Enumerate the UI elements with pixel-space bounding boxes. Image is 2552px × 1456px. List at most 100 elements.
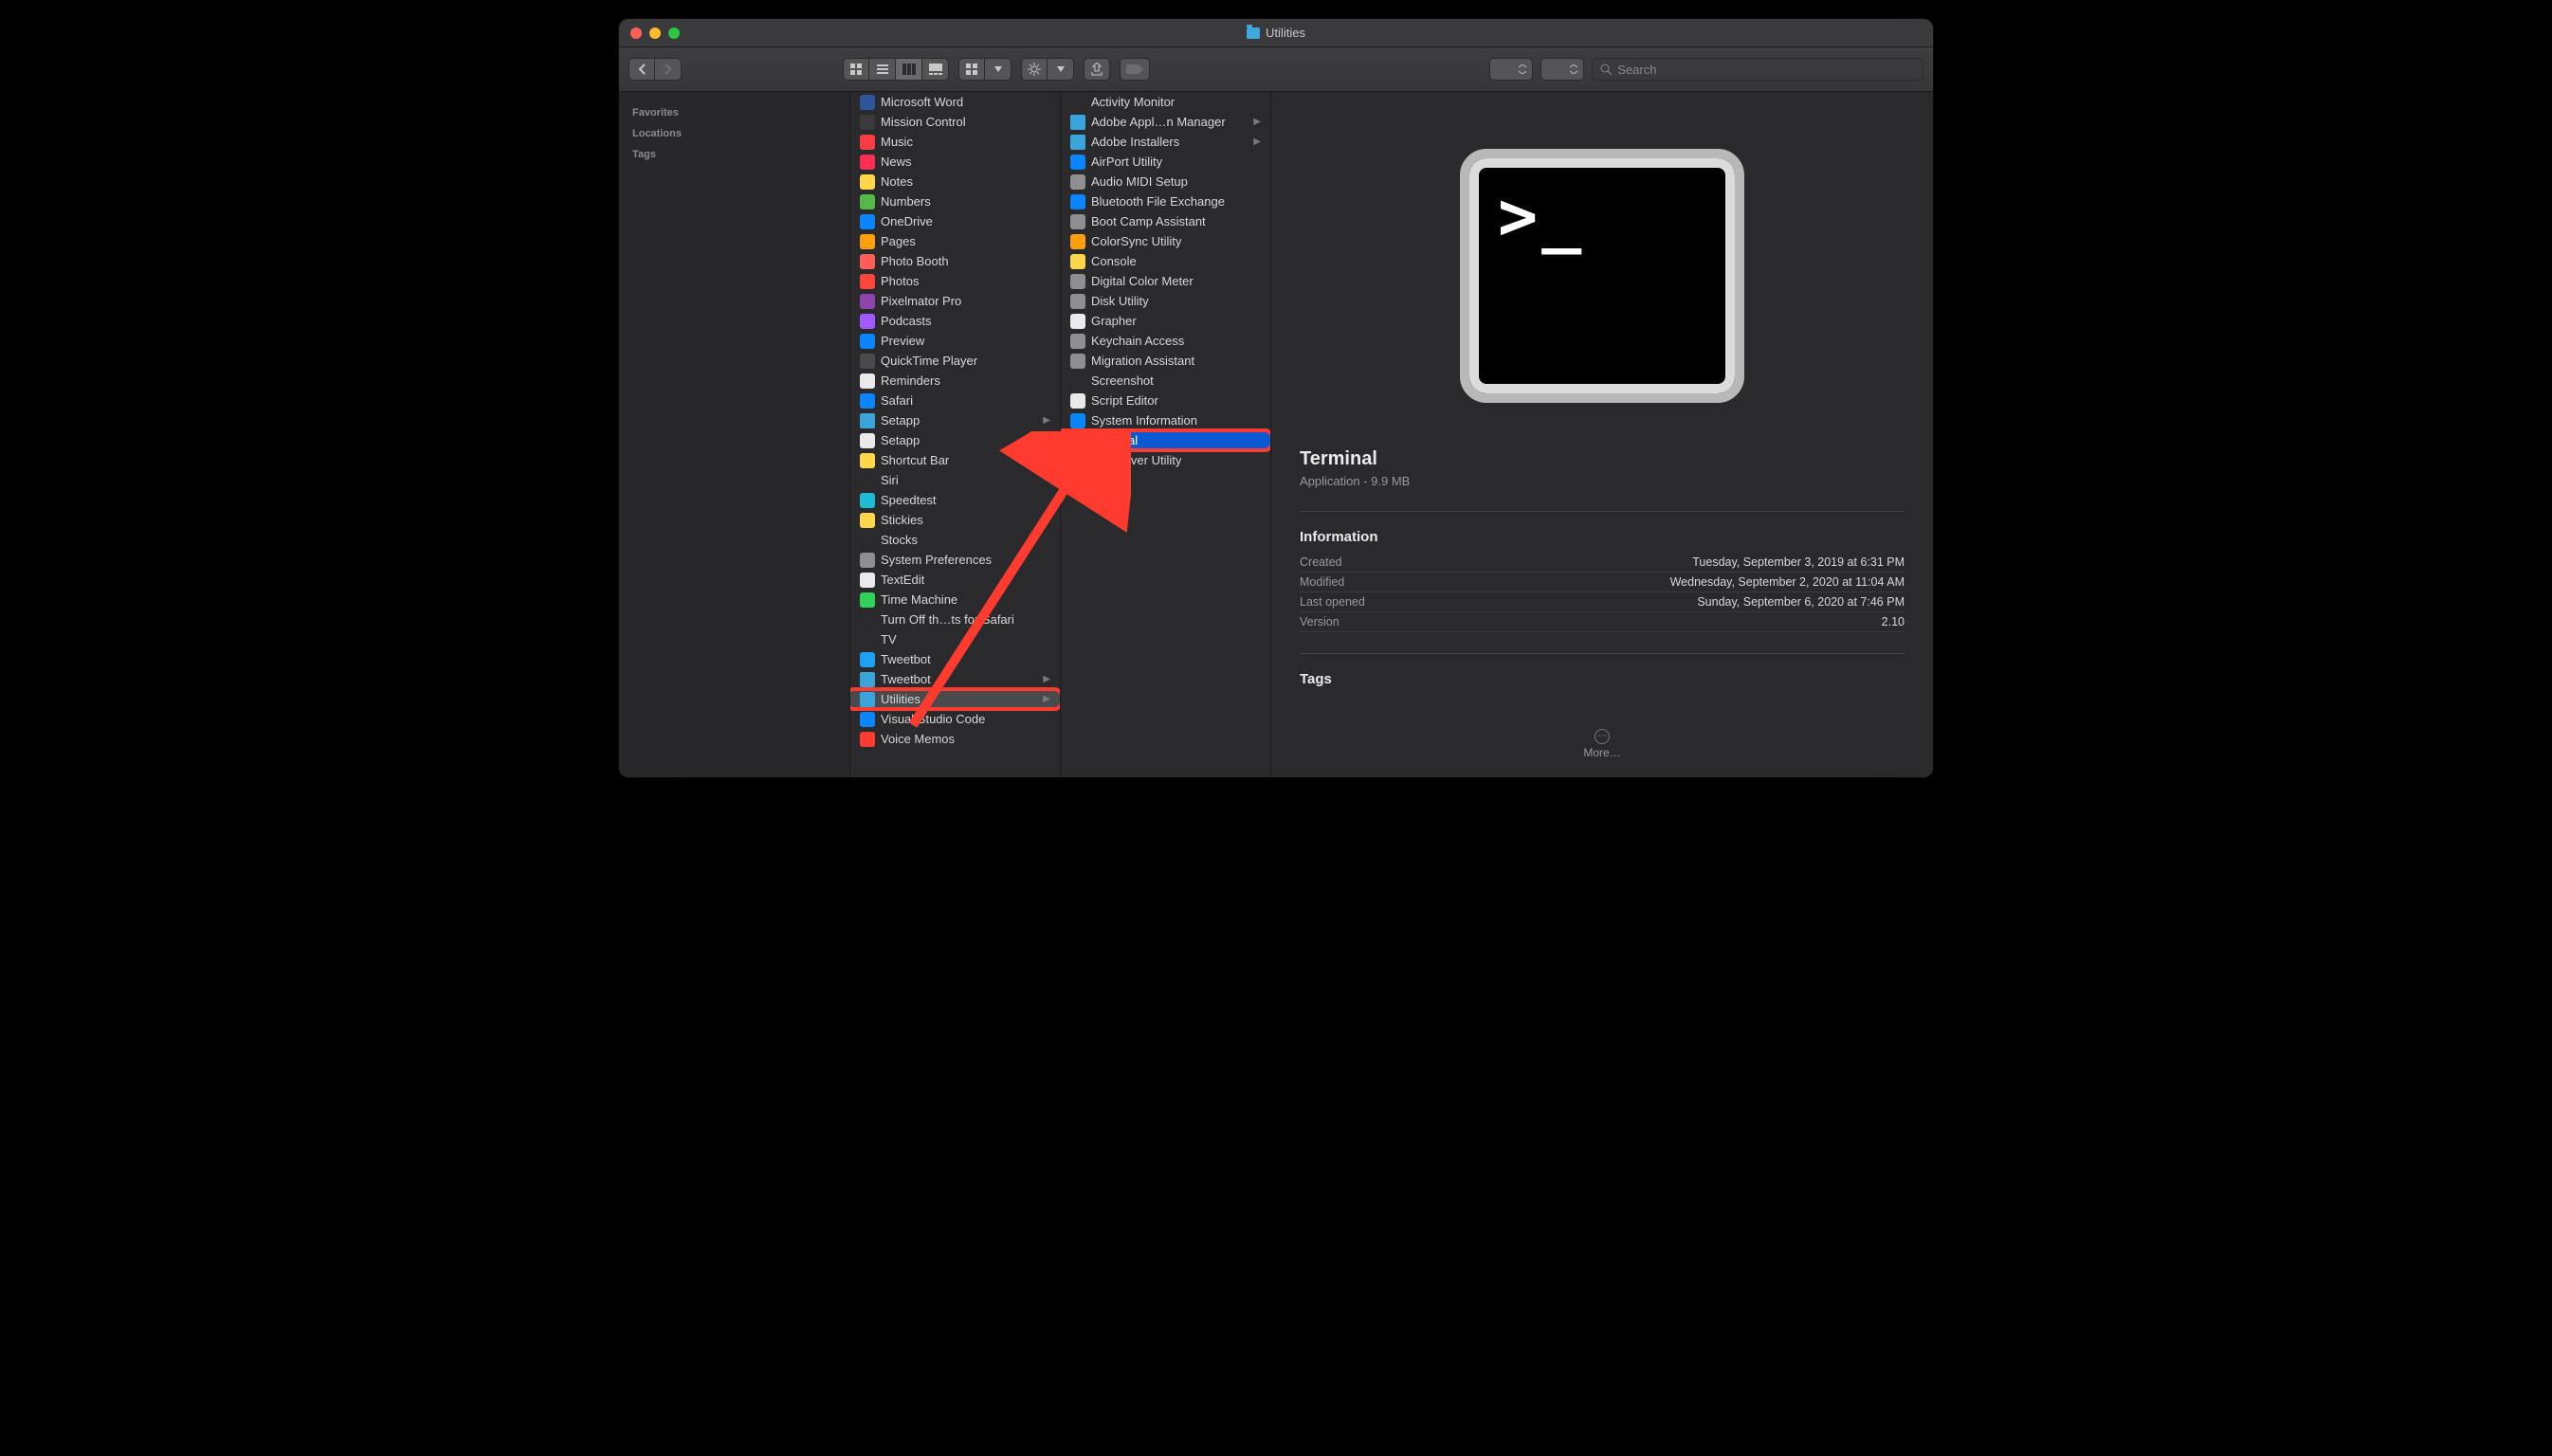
list-item[interactable]: Stickies: [850, 510, 1060, 530]
list-item[interactable]: TV: [850, 629, 1060, 649]
list-item[interactable]: Boot Camp Assistant: [1061, 211, 1270, 231]
tags-heading: Tags: [1300, 671, 1905, 687]
list-item[interactable]: Grapher: [1061, 311, 1270, 331]
list-item[interactable]: Disk Utility: [1061, 291, 1270, 311]
list-item[interactable]: System Information: [1061, 410, 1270, 430]
view-columns-button[interactable]: [896, 58, 922, 81]
list-item[interactable]: QuickTime Player: [850, 351, 1060, 371]
list-item[interactable]: Music: [850, 132, 1060, 152]
list-item[interactable]: Audio MIDI Setup: [1061, 172, 1270, 191]
search-field[interactable]: [1592, 58, 1923, 81]
view-icons-button[interactable]: [843, 58, 869, 81]
list-item[interactable]: Time Machine: [850, 590, 1060, 610]
list-item[interactable]: Preview: [850, 331, 1060, 351]
info-table: CreatedTuesday, September 3, 2019 at 6:3…: [1300, 553, 1905, 632]
item-label: Numbers: [881, 194, 931, 209]
list-item[interactable]: Activity Monitor: [1061, 92, 1270, 112]
list-item[interactable]: Notes: [850, 172, 1060, 191]
more-button[interactable]: ⋯ More…: [1300, 729, 1905, 759]
app-icon: [1070, 433, 1085, 448]
list-item[interactable]: Turn Off th…ts for Safari: [850, 610, 1060, 629]
list-item[interactable]: Keychain Access: [1061, 331, 1270, 351]
arrange-button[interactable]: [958, 58, 985, 81]
list-item[interactable]: Safari: [850, 391, 1060, 410]
list-item[interactable]: VoiceOver Utility: [1061, 450, 1270, 470]
dropdown-2[interactable]: [1540, 58, 1584, 81]
share-button[interactable]: [1084, 58, 1110, 81]
item-label: Turn Off th…ts for Safari: [881, 612, 1014, 627]
app-icon: [1070, 373, 1085, 389]
search-input[interactable]: [1617, 63, 1915, 77]
fullscreen-button[interactable]: [668, 27, 680, 39]
list-item[interactable]: System Preferences: [850, 550, 1060, 570]
list-item[interactable]: Reminders: [850, 371, 1060, 391]
list-item[interactable]: ColorSync Utility: [1061, 231, 1270, 251]
list-item[interactable]: AirPort Utility: [1061, 152, 1270, 172]
list-item[interactable]: Pages: [850, 231, 1060, 251]
list-item[interactable]: Script Editor: [1061, 391, 1270, 410]
list-item[interactable]: Tweetbot▶: [850, 669, 1060, 689]
view-gallery-button[interactable]: [922, 58, 949, 81]
list-item[interactable]: Adobe Installers▶: [1061, 132, 1270, 152]
list-item[interactable]: Photos: [850, 271, 1060, 291]
list-item[interactable]: Tweetbot: [850, 649, 1060, 669]
list-item[interactable]: News: [850, 152, 1060, 172]
item-label: Digital Color Meter: [1091, 274, 1194, 288]
list-item[interactable]: Microsoft Word: [850, 92, 1060, 112]
list-item[interactable]: Digital Color Meter: [1061, 271, 1270, 291]
list-item[interactable]: Utilities▶: [850, 689, 1060, 709]
list-item[interactable]: Podcasts: [850, 311, 1060, 331]
list-item[interactable]: Voice Memos: [850, 729, 1060, 749]
list-item[interactable]: Bluetooth File Exchange: [1061, 191, 1270, 211]
list-item[interactable]: Photo Booth: [850, 251, 1060, 271]
app-icon: [860, 473, 875, 488]
app-icon: [1070, 214, 1085, 229]
list-item[interactable]: Adobe Appl…n Manager▶: [1061, 112, 1270, 132]
list-item[interactable]: Pixelmator Pro: [850, 291, 1060, 311]
preview-title: Terminal: [1300, 448, 1905, 470]
item-label: Disk Utility: [1091, 294, 1149, 308]
list-item[interactable]: Stocks: [850, 530, 1060, 550]
list-item[interactable]: Numbers: [850, 191, 1060, 211]
forward-button[interactable]: [655, 58, 682, 81]
info-value: Wednesday, September 2, 2020 at 11:04 AM: [1670, 575, 1905, 589]
info-value: Tuesday, September 3, 2019 at 6:31 PM: [1692, 555, 1905, 569]
list-item[interactable]: Screenshot: [1061, 371, 1270, 391]
app-icon: [860, 632, 875, 647]
sidebar: Favorites Locations Tags: [619, 92, 850, 777]
list-item[interactable]: Setapp▶: [850, 410, 1060, 430]
list-item[interactable]: Shortcut Bar: [850, 450, 1060, 470]
app-icon: [860, 592, 875, 608]
app-icon: [860, 373, 875, 389]
info-row: CreatedTuesday, September 3, 2019 at 6:3…: [1300, 553, 1905, 573]
column-utilities[interactable]: Activity MonitorAdobe Appl…n Manager▶Ado…: [1061, 92, 1271, 777]
close-button[interactable]: [630, 27, 642, 39]
app-icon: [860, 354, 875, 369]
list-item[interactable]: OneDrive: [850, 211, 1060, 231]
list-item[interactable]: Terminal: [1061, 430, 1270, 450]
dropdown-1[interactable]: [1489, 58, 1533, 81]
list-item[interactable]: Visual Studio Code: [850, 709, 1060, 729]
column-applications[interactable]: Microsoft Word Mission ControlMusic News No…: [850, 92, 1061, 777]
action-button[interactable]: [1021, 58, 1048, 81]
list-item[interactable]: Mission Control: [850, 112, 1060, 132]
list-item[interactable]: Setapp: [850, 430, 1060, 450]
minimize-button[interactable]: [649, 27, 661, 39]
arrange-dropdown[interactable]: [985, 58, 1012, 81]
app-icon: [860, 135, 875, 150]
back-button[interactable]: [629, 58, 655, 81]
tags-button[interactable]: [1120, 58, 1150, 81]
action-dropdown[interactable]: [1048, 58, 1074, 81]
item-label: News: [881, 155, 912, 169]
list-item[interactable]: Siri: [850, 470, 1060, 490]
item-label: Adobe Installers: [1091, 135, 1179, 149]
list-item[interactable]: Speedtest: [850, 490, 1060, 510]
app-icon: [860, 194, 875, 209]
item-label: System Preferences: [881, 553, 992, 567]
view-list-button[interactable]: [869, 58, 896, 81]
app-icon: [1070, 314, 1085, 329]
list-item[interactable]: Migration Assistant: [1061, 351, 1270, 371]
list-item[interactable]: Console: [1061, 251, 1270, 271]
list-item[interactable]: TextEdit: [850, 570, 1060, 590]
item-label: Microsoft Word: [881, 95, 963, 109]
